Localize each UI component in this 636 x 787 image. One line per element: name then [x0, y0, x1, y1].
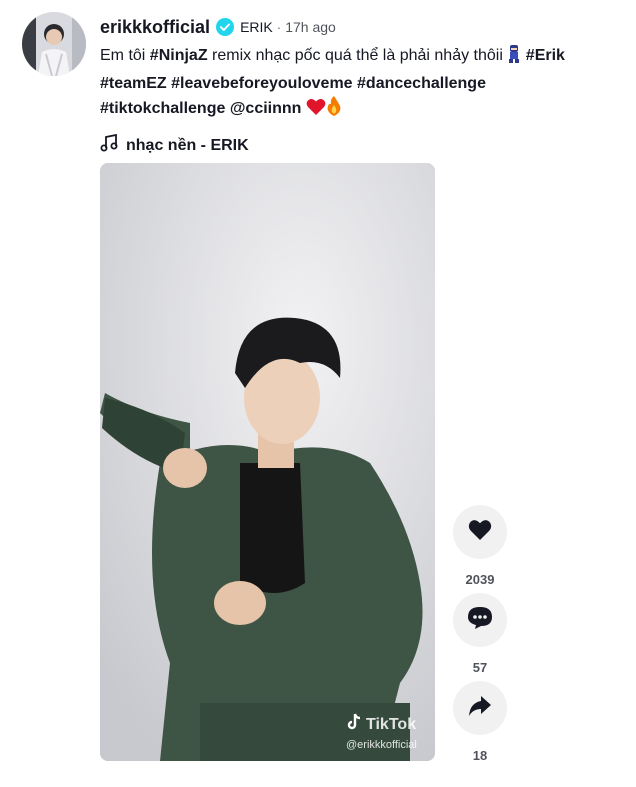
music-note-icon	[100, 133, 118, 157]
nickname-time: ERIK · 17h ago	[240, 19, 336, 35]
music-title: nhạc nền - ERIK	[126, 136, 249, 154]
share-icon	[468, 695, 492, 722]
caption-text: Em tôi	[100, 47, 150, 64]
heart-emoji-icon	[306, 98, 326, 124]
verified-badge-icon	[216, 18, 235, 36]
caption: Em tôi #NinjaZ remix nhạc pốc quá thể là…	[100, 43, 620, 124]
comment-action: 57	[452, 593, 508, 675]
avatar[interactable]	[22, 12, 86, 76]
mention-cciinnn[interactable]: @cciinnn	[230, 100, 302, 117]
like-count: 2039	[465, 572, 495, 587]
heart-icon	[468, 519, 492, 546]
share-count: 18	[472, 748, 488, 763]
share-action: 18	[452, 681, 508, 763]
like-button[interactable]	[453, 505, 507, 559]
separator: ·	[276, 19, 282, 35]
hashtag-erik[interactable]: #Erik	[526, 47, 565, 64]
hashtag-tiktokchallenge[interactable]: #tiktokchallenge	[100, 100, 225, 117]
hashtag-teamez[interactable]: #teamEZ	[100, 75, 167, 92]
hashtag-leavebeforeyouloveme[interactable]: #leavebeforeyouloveme	[171, 75, 352, 92]
nickname: ERIK	[240, 19, 273, 35]
post-time: 17h ago	[285, 19, 336, 35]
avatar-image	[22, 12, 86, 76]
caption-text-rest: remix nhạc pốc quá thể là phải nhảy thôi…	[207, 47, 508, 64]
music-link[interactable]: nhạc nền - ERIK	[100, 133, 620, 157]
ninja-emoji-icon	[507, 45, 521, 71]
author-line: erikkkofficial ERIK · 17h ago	[100, 14, 620, 40]
hashtag-ninjaz[interactable]: #NinjaZ	[150, 47, 208, 64]
username-link[interactable]: erikkkofficial	[100, 17, 210, 38]
fire-emoji-icon	[326, 96, 342, 124]
post-header: erikkkofficial ERIK · 17h ago Em tôi #Ni…	[100, 14, 620, 157]
comment-button[interactable]	[453, 593, 507, 647]
hashtag-dancechallenge[interactable]: #dancechallenge	[357, 75, 486, 92]
comment-count: 57	[472, 660, 488, 675]
video-frame	[100, 163, 435, 761]
share-button[interactable]	[453, 681, 507, 735]
watermark-username: @erikkkofficial	[346, 739, 417, 751]
comment-icon	[467, 606, 493, 635]
tiktok-logo-icon	[346, 713, 362, 736]
video-player[interactable]: TikTok @erikkkofficial	[100, 163, 435, 761]
like-action: 2039	[452, 505, 508, 587]
watermark-brand: TikTok	[366, 715, 417, 733]
tiktok-watermark: TikTok	[346, 713, 416, 736]
